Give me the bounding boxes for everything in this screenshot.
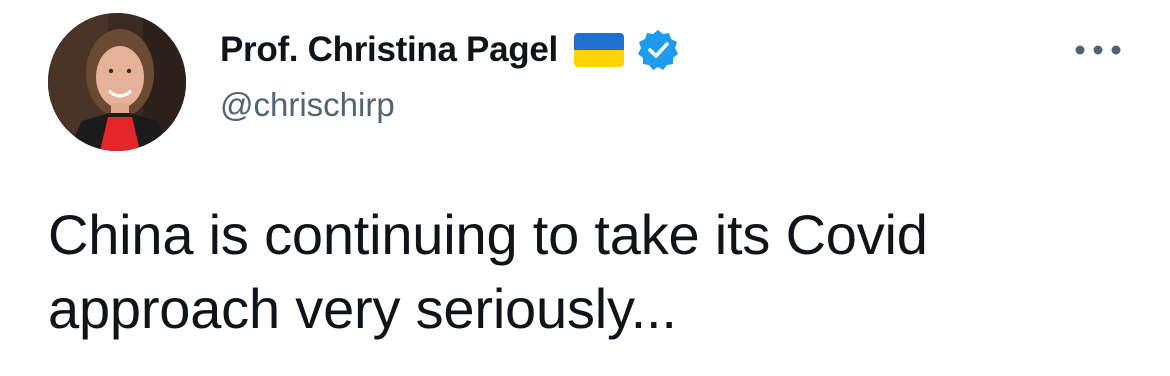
more-options-icon bbox=[1075, 45, 1121, 55]
name-row: Prof. Christina Pagel bbox=[220, 28, 680, 72]
display-name[interactable]: Prof. Christina Pagel bbox=[220, 30, 558, 70]
author-block: Prof. Christina Pagel @chrischirp bbox=[220, 28, 680, 124]
tweet-text: China is continuing to take its Covid ap… bbox=[48, 203, 928, 340]
tweet-card: Prof. Christina Pagel @chrischirp China … bbox=[0, 0, 1170, 376]
more-options-button[interactable] bbox=[1070, 30, 1126, 70]
user-handle[interactable]: @chrischirp bbox=[220, 86, 680, 124]
verified-badge-icon bbox=[636, 28, 680, 72]
ukraine-flag-icon bbox=[573, 33, 624, 67]
avatar[interactable] bbox=[48, 13, 186, 151]
avatar-photo bbox=[48, 13, 186, 151]
